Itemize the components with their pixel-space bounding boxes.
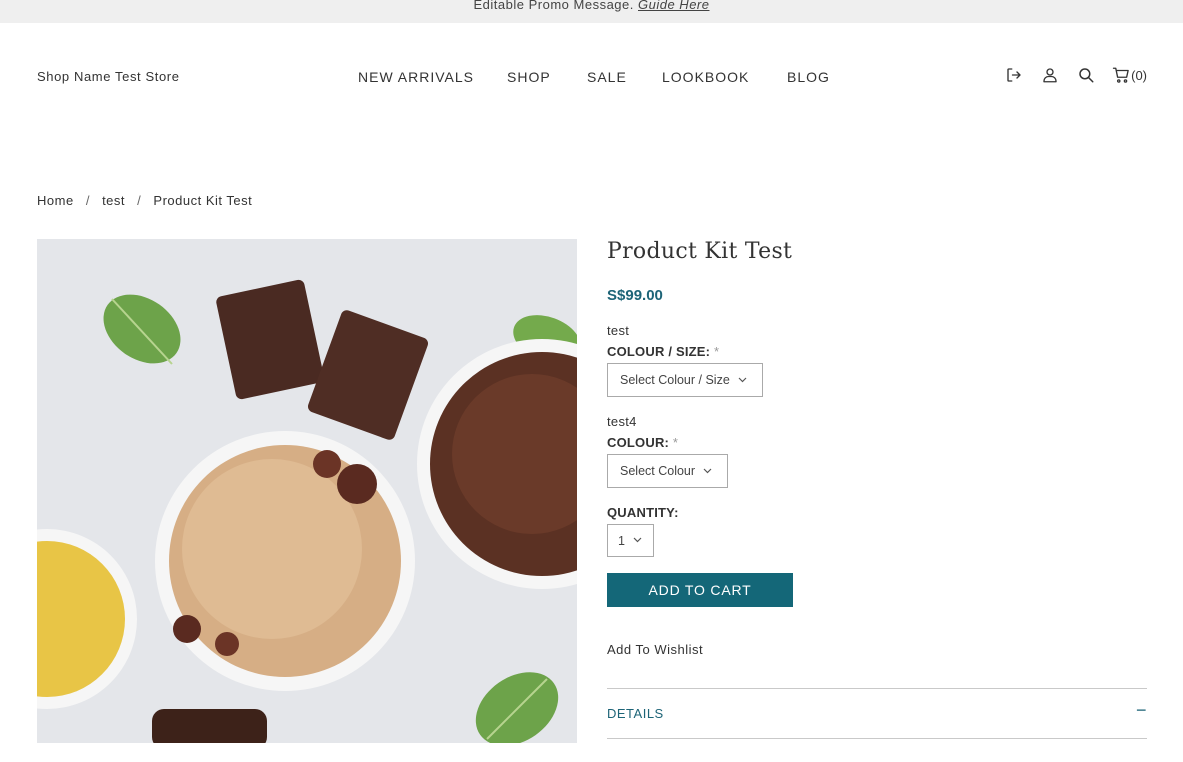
divider — [607, 688, 1147, 689]
option-label-text: COLOUR / SIZE: — [607, 344, 711, 359]
required-mark: * — [672, 435, 679, 450]
option-label-colour-size: COLOUR / SIZE: * — [607, 344, 719, 359]
user-icon[interactable] — [1040, 65, 1060, 85]
logout-icon[interactable] — [1004, 65, 1024, 85]
product-image[interactable] — [37, 239, 577, 743]
divider — [607, 738, 1147, 739]
option-label-colour: COLOUR: * — [607, 435, 678, 450]
breadcrumb: Home / test / Product Kit Test — [37, 193, 252, 208]
details-accordion[interactable]: DETAILS − — [607, 700, 1147, 721]
breadcrumb-separator: / — [85, 193, 90, 208]
promo-bar: Editable Promo Message. Guide Here — [0, 0, 1183, 23]
quantity-select[interactable]: 1 — [607, 524, 654, 557]
breadcrumb-test[interactable]: test — [102, 193, 125, 208]
nav-shop[interactable]: SHOP — [507, 69, 551, 85]
required-mark: * — [714, 344, 720, 359]
colour-select-value: Select Colour — [620, 464, 696, 478]
cart-icon — [1112, 67, 1129, 83]
colour-size-select[interactable]: Select Colour / Size — [607, 363, 763, 397]
option-label-text: COLOUR: — [607, 435, 670, 450]
site-header: Shop Name Test Store NEW ARRIVALS SHOP S… — [0, 23, 1183, 133]
nav-sale[interactable]: SALE — [587, 69, 627, 85]
product-price: S$99.00 — [607, 287, 663, 304]
breadcrumb-separator: / — [137, 193, 142, 208]
colour-select[interactable]: Select Colour — [607, 454, 728, 488]
nav-lookbook[interactable]: LOOKBOOK — [662, 69, 749, 85]
breadcrumb-home[interactable]: Home — [37, 193, 74, 208]
breadcrumb-current: Product Kit Test — [153, 193, 253, 208]
product-title: Product Kit Test — [607, 239, 793, 264]
collapse-icon[interactable]: − — [1136, 700, 1147, 721]
cart-button[interactable]: (0) — [1112, 66, 1147, 84]
header-icons: (0) — [1004, 65, 1147, 85]
search-icon[interactable] — [1076, 65, 1096, 85]
quantity-label: QUANTITY: — [607, 505, 679, 520]
product-info: Product Kit Test S$99.00 test COLOUR / S… — [607, 239, 1147, 739]
product-photo — [37, 239, 577, 743]
nav-blog[interactable]: BLOG — [787, 69, 830, 85]
colour-size-select-value: Select Colour / Size — [620, 373, 730, 387]
promo-link[interactable]: Guide Here — [638, 0, 709, 12]
add-to-cart-button[interactable]: ADD TO CART — [607, 573, 793, 607]
chevron-down-icon — [633, 535, 642, 546]
option-name-test: test — [607, 323, 630, 338]
quantity-value: 1 — [618, 533, 625, 548]
promo-text: Editable Promo Message. — [473, 0, 634, 12]
details-label: DETAILS — [607, 706, 664, 721]
option-name-test4: test4 — [607, 414, 637, 429]
cart-count: (0) — [1131, 67, 1147, 83]
add-to-wishlist-link[interactable]: Add To Wishlist — [607, 642, 703, 657]
chevron-down-icon — [738, 375, 747, 386]
chevron-down-icon — [703, 466, 712, 477]
nav-new-arrivals[interactable]: NEW ARRIVALS — [358, 69, 474, 85]
